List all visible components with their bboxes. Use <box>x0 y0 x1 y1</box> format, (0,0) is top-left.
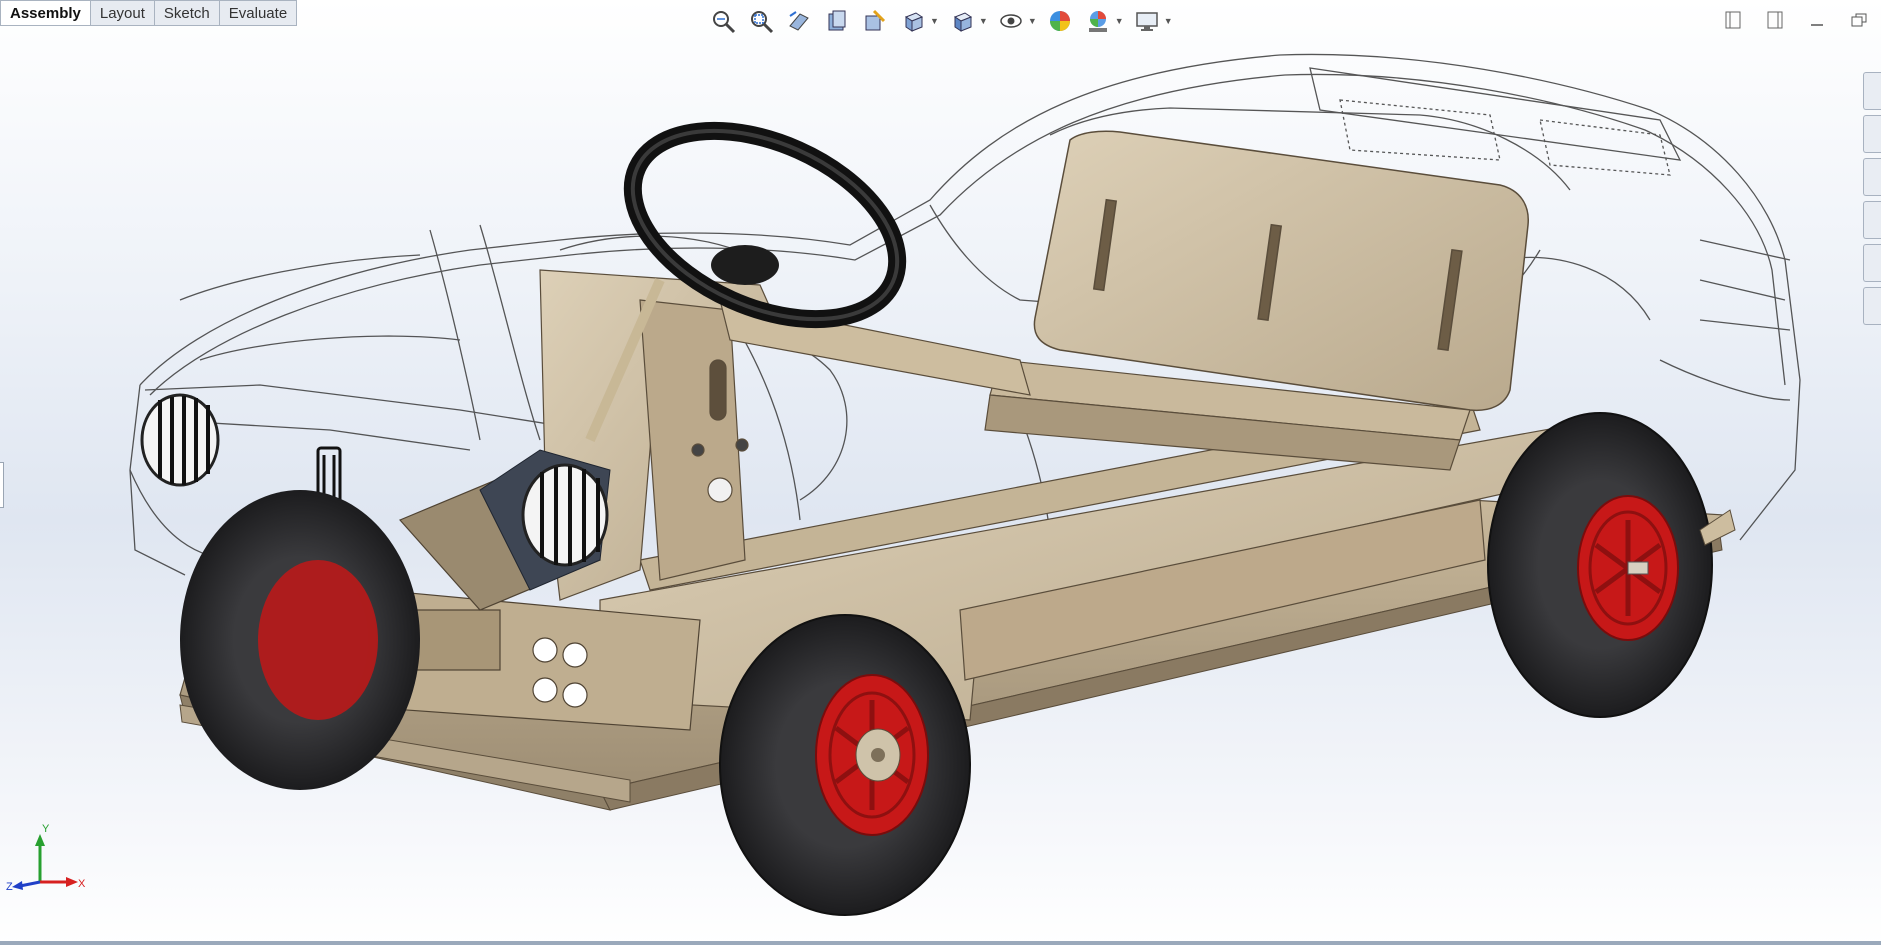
tile-left-icon[interactable] <box>1719 8 1747 32</box>
seat-back <box>1033 130 1529 412</box>
view-orientation-dropdown-icon[interactable]: ▼ <box>930 16 939 26</box>
edit-appearance-icon[interactable] <box>1043 4 1077 38</box>
rear-right-wheel <box>1487 412 1713 718</box>
view-settings-icon[interactable] <box>1130 4 1164 38</box>
task-pane-library-tab[interactable] <box>1863 158 1881 196</box>
task-pane-properties-tab[interactable] <box>1863 287 1881 325</box>
task-pane-home-tab[interactable] <box>1863 72 1881 110</box>
section-view-icon[interactable] <box>820 4 854 38</box>
task-pane-appearances-tab[interactable] <box>1863 244 1881 282</box>
headlight-left <box>140 393 220 487</box>
view-settings-dropdown-icon[interactable]: ▼ <box>1164 16 1173 26</box>
task-pane-tabs <box>1863 72 1881 325</box>
document-window-controls <box>1719 8 1873 32</box>
tile-right-icon[interactable] <box>1761 8 1789 32</box>
display-style-dropdown-icon[interactable]: ▼ <box>979 16 988 26</box>
tab-evaluate[interactable]: Evaluate <box>219 0 298 26</box>
previous-view-icon[interactable] <box>782 4 816 38</box>
reference-triad: Y X Z <box>6 824 86 893</box>
tab-sketch[interactable]: Sketch <box>154 0 220 26</box>
front-left-wheel <box>180 490 420 790</box>
triad-x-label: X <box>78 878 86 890</box>
view-orientation-icon[interactable] <box>896 4 930 38</box>
model-viewport[interactable] <box>0 0 1881 945</box>
dynamic-annotation-icon[interactable] <box>858 4 892 38</box>
front-right-wheel <box>719 614 971 916</box>
restore-icon[interactable] <box>1845 8 1873 32</box>
viewport-bottom-border <box>0 941 1881 945</box>
command-manager-tabs: Assembly Layout Sketch Evaluate <box>0 0 298 28</box>
task-pane-resources-tab[interactable] <box>1863 115 1881 153</box>
minimize-icon[interactable] <box>1803 8 1831 32</box>
apply-scene-dropdown-icon[interactable]: ▼ <box>1115 16 1124 26</box>
hide-show-items-icon[interactable] <box>994 4 1028 38</box>
zoom-to-area-icon[interactable] <box>744 4 778 38</box>
task-pane-explorer-tab[interactable] <box>1863 201 1881 239</box>
triad-z-label: Z <box>6 881 13 893</box>
apply-scene-icon[interactable] <box>1081 4 1115 38</box>
zoom-to-fit-icon[interactable] <box>706 4 740 38</box>
heads-up-view-toolbar: ▼ ▼ ▼ ▼ ▼ <box>706 2 1175 40</box>
tab-layout[interactable]: Layout <box>90 0 155 26</box>
triad-y-label: Y <box>42 824 50 835</box>
tab-assembly[interactable]: Assembly <box>0 0 91 26</box>
hide-show-dropdown-icon[interactable]: ▼ <box>1028 16 1037 26</box>
display-style-icon[interactable] <box>945 4 979 38</box>
